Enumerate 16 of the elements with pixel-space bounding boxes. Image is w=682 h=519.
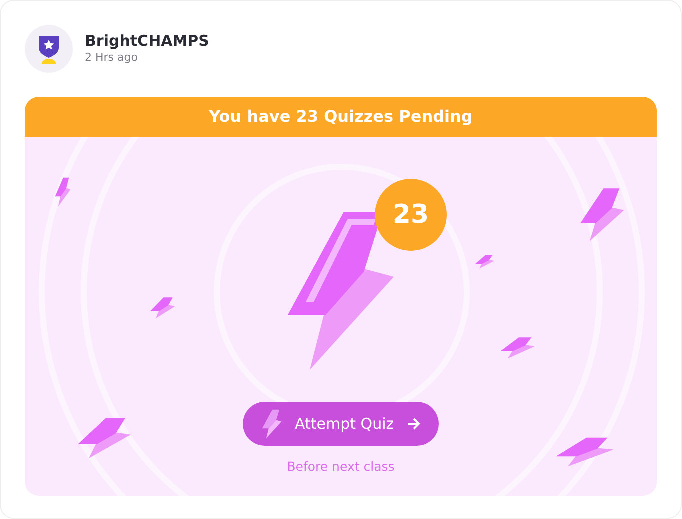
lightning-icon <box>77 417 132 459</box>
lightning-icon <box>475 255 495 269</box>
deadline-note: Before next class <box>287 458 395 476</box>
shield-star-icon <box>38 34 60 64</box>
pending-banner: You have 23 Quizzes Pending <box>25 97 657 137</box>
lightning-icon <box>150 297 176 319</box>
lightning-icon <box>580 187 625 242</box>
lightning-icon <box>500 337 536 359</box>
author-name: BrightCHAMPS <box>85 32 210 50</box>
post-time: 2 Hrs ago <box>85 50 139 66</box>
lightning-icon <box>261 409 283 439</box>
attempt-quiz-button[interactable]: Attempt Quiz <box>243 402 439 446</box>
count-badge: 23 <box>375 179 447 251</box>
lightning-icon <box>555 437 615 467</box>
arrow-right-icon <box>407 417 421 431</box>
lightning-icon <box>55 177 71 207</box>
